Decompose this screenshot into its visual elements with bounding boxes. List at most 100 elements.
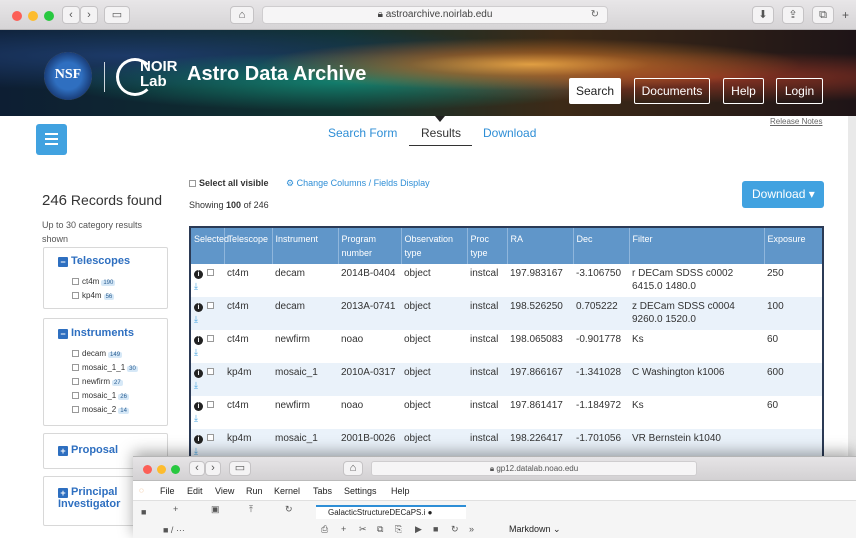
info-icon[interactable]: i [194, 303, 203, 312]
column-header[interactable]: Instrument [272, 228, 339, 264]
checkbox[interactable] [72, 278, 79, 285]
menu-kernel[interactable]: Kernel [274, 486, 300, 496]
info-icon[interactable]: i [194, 402, 203, 411]
back-button[interactable]: ‹ [62, 6, 80, 24]
menu-settings[interactable]: Settings [344, 486, 377, 496]
menu-tabs[interactable]: Tabs [313, 486, 332, 496]
checkbox[interactable] [72, 392, 79, 399]
row-checkbox[interactable] [207, 401, 214, 408]
checkbox[interactable] [72, 406, 79, 413]
cell-type-select[interactable]: Markdown ⌄ [509, 524, 561, 535]
tab-results[interactable]: Results [421, 126, 461, 140]
checkbox[interactable] [72, 350, 79, 357]
column-header[interactable]: Proc type [467, 228, 508, 264]
checkbox[interactable] [189, 180, 196, 187]
facet-item-decam[interactable]: decam 149 [72, 349, 123, 358]
downloads-button[interactable]: ⬇ [752, 6, 774, 24]
insert-cell-icon[interactable]: + [341, 524, 346, 534]
menu-file[interactable]: File [160, 486, 175, 496]
sidebar-toggle-button[interactable]: ▭ [104, 6, 130, 24]
download-icon[interactable]: ⤓ [194, 314, 221, 325]
reload-icon[interactable]: ↻ [591, 7, 599, 23]
login-button[interactable]: Login [776, 78, 823, 104]
download-icon[interactable]: ⤓ [194, 281, 221, 292]
row-checkbox[interactable] [207, 368, 214, 375]
tab-search-form[interactable]: Search Form [328, 126, 397, 140]
row-checkbox[interactable] [207, 302, 214, 309]
address-bar[interactable]: 🔒︎ astroarchive.noirlab.edu ↻ [262, 6, 608, 24]
tab-download[interactable]: Download [483, 126, 536, 140]
close-window-button[interactable] [143, 465, 152, 474]
file-browser-path[interactable]: ■ / ··· [163, 525, 185, 535]
menu-help[interactable]: Help [391, 486, 410, 496]
facet-item-mosaic-2[interactable]: mosaic_2 14 [72, 405, 129, 414]
folder-icon[interactable]: ■ [141, 507, 146, 517]
release-notes-link[interactable]: Release Notes [770, 117, 822, 126]
column-header[interactable]: Selected [191, 228, 229, 264]
row-checkbox[interactable] [207, 269, 214, 276]
refresh-icon[interactable]: ↻ [285, 504, 293, 515]
home-button[interactable]: ⌂ [343, 461, 363, 476]
facet-instruments-toggle[interactable]: − Instruments [58, 327, 134, 339]
home-button[interactable]: ⌂ [230, 6, 254, 24]
menu-view[interactable]: View [215, 486, 234, 496]
column-header[interactable]: Exposure [764, 228, 822, 264]
copy-icon[interactable]: ⧉ [377, 524, 383, 535]
zoom-window-button[interactable] [171, 465, 180, 474]
fast-forward-icon[interactable]: » [469, 524, 474, 534]
menu-edit[interactable]: Edit [187, 486, 203, 496]
column-header[interactable]: Filter [629, 228, 765, 264]
minimize-window-button[interactable] [28, 11, 38, 21]
site-title[interactable]: Astro Data Archive [187, 63, 366, 86]
save-icon[interactable]: ⎙ [321, 524, 328, 535]
row-checkbox[interactable] [207, 335, 214, 342]
back-button[interactable]: ‹ [189, 461, 205, 476]
new-tab-icon[interactable]: + [842, 8, 849, 22]
paste-icon[interactable]: ⎘ [395, 524, 402, 535]
run-icon[interactable]: ▶ [415, 524, 422, 535]
info-icon[interactable]: i [194, 435, 203, 444]
download-dropdown-button[interactable]: Download ▾ [742, 181, 824, 208]
zoom-window-button[interactable] [44, 11, 54, 21]
forward-button[interactable]: › [80, 6, 98, 24]
close-window-button[interactable] [12, 11, 22, 21]
facet-proposal-toggle[interactable]: + Proposal [58, 444, 118, 456]
checkbox[interactable] [72, 378, 79, 385]
facet-item-newfirm[interactable]: newfirm 27 [72, 377, 123, 386]
minimize-window-button[interactable] [157, 465, 166, 474]
checkbox[interactable] [72, 292, 79, 299]
documents-button[interactable]: Documents [634, 78, 710, 104]
info-icon[interactable]: i [194, 336, 203, 345]
facet-item-mosaic-1-1[interactable]: mosaic_1_1 30 [72, 363, 138, 372]
column-header[interactable]: Dec [573, 228, 630, 264]
column-header[interactable]: RA [507, 228, 574, 264]
new-folder-icon[interactable]: ▣ [211, 504, 220, 515]
hamburger-menu-button[interactable] [36, 124, 67, 155]
row-checkbox[interactable] [207, 434, 214, 441]
facet-item-mosaic-1[interactable]: mosaic_1 26 [72, 391, 129, 400]
menu-run[interactable]: Run [246, 486, 263, 496]
share-button[interactable]: ⇪ [782, 6, 804, 24]
download-icon[interactable]: ⤓ [194, 413, 221, 424]
restart-icon[interactable]: ↻ [451, 524, 459, 535]
stop-icon[interactable]: ■ [433, 524, 438, 534]
facet-item-kp4m[interactable]: kp4m 56 [72, 291, 115, 300]
sidebar-toggle-button[interactable]: ▭ [229, 461, 251, 476]
change-columns-link[interactable]: ⚙ Change Columns / Fields Display [286, 178, 430, 189]
tabs-button[interactable]: ⧉ [812, 6, 834, 24]
select-all-visible[interactable]: Select all visible [189, 178, 269, 188]
facet-telescopes-toggle[interactable]: − Telescopes [58, 255, 130, 267]
download-icon[interactable]: ⤓ [194, 380, 221, 391]
notebook-tab[interactable]: GalacticStructureDECaPS.i ● [316, 505, 466, 519]
forward-button[interactable]: › [205, 461, 221, 476]
checkbox[interactable] [72, 364, 79, 371]
cut-icon[interactable]: ✂ [359, 524, 367, 535]
facet-item-ct4m[interactable]: ct4m 190 [72, 277, 116, 286]
column-header[interactable]: Observation type [401, 228, 468, 264]
info-icon[interactable]: i [194, 369, 203, 378]
info-icon[interactable]: i [194, 270, 203, 279]
column-header[interactable]: Telescope [224, 228, 273, 264]
upload-icon[interactable]: ⤒ [249, 504, 253, 515]
new-launcher-icon[interactable]: + [173, 504, 178, 514]
download-icon[interactable]: ⤓ [194, 347, 221, 358]
